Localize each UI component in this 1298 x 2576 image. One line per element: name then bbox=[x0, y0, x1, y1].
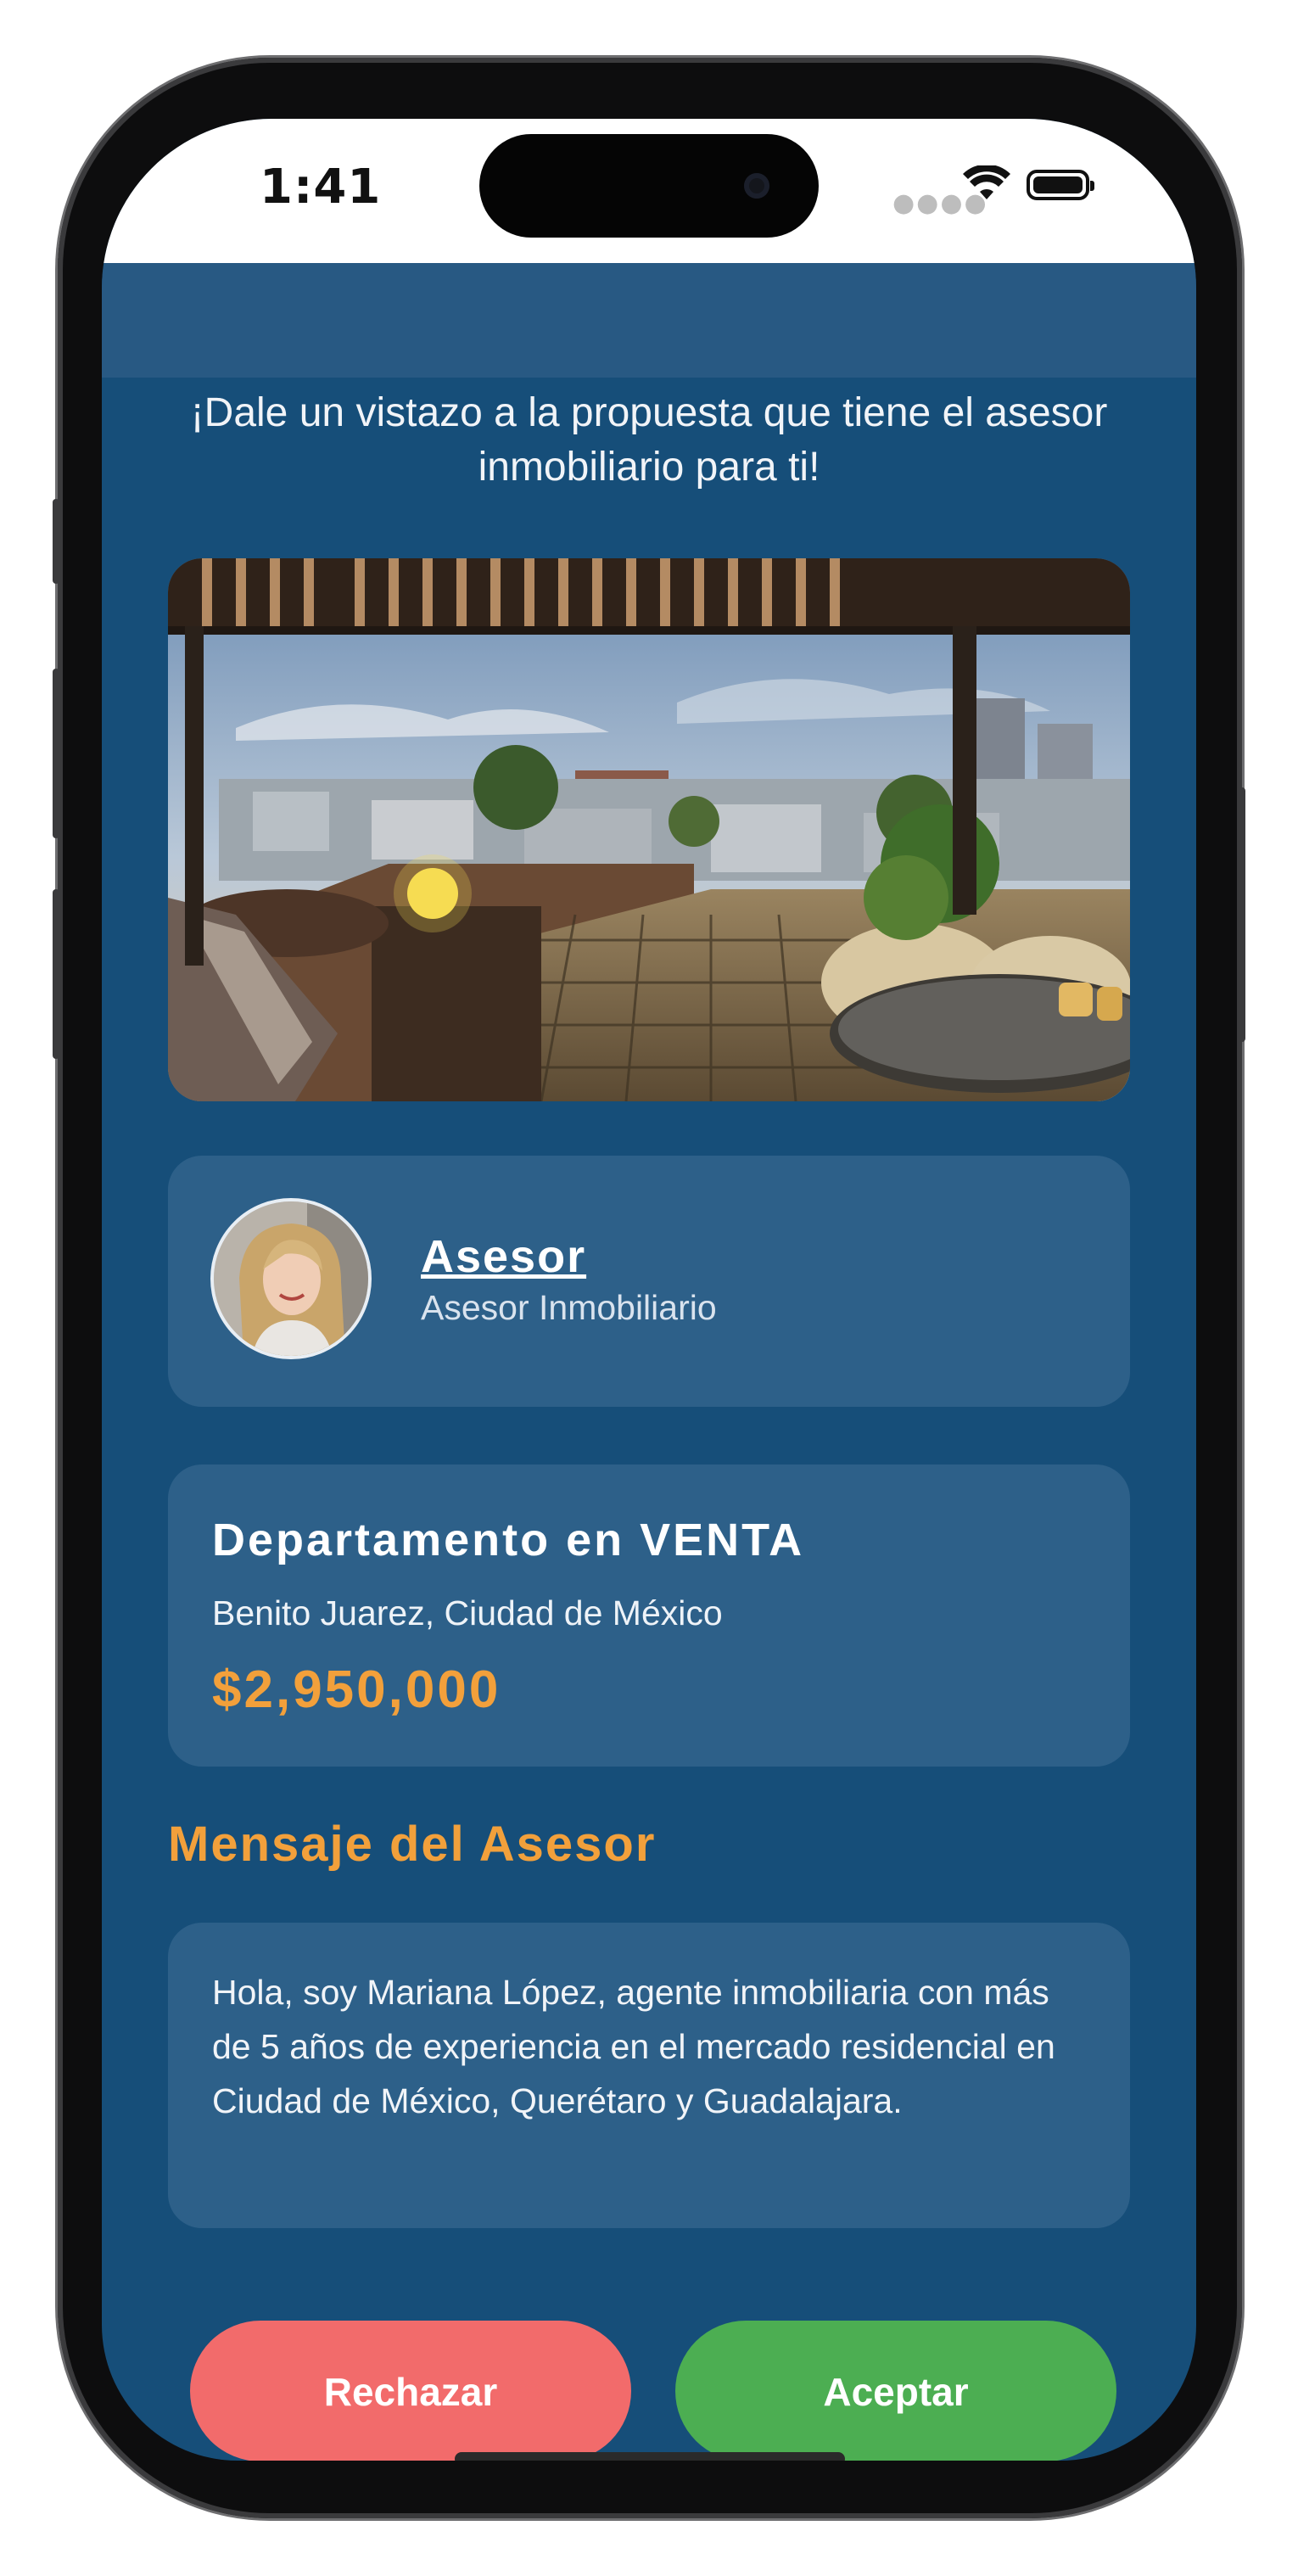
dynamic-island bbox=[479, 134, 819, 238]
advisor-name-link[interactable]: Asesor bbox=[421, 1230, 586, 1283]
status-time: 1:41 bbox=[260, 160, 382, 215]
accept-button[interactable]: Aceptar bbox=[675, 2321, 1116, 2461]
front-camera-icon bbox=[744, 173, 769, 199]
property-title: Departamento en VENTA bbox=[212, 1515, 805, 1565]
reject-button[interactable]: Rechazar bbox=[190, 2321, 631, 2461]
app-screen: 1:41 ●●●● ¡Dale un vistazo a la propuest… bbox=[102, 119, 1196, 2461]
action-button bbox=[53, 499, 59, 584]
message-body: Hola, soy Mariana López, agente inmobili… bbox=[212, 1973, 1055, 2120]
property-photo bbox=[168, 558, 1130, 1101]
property-card: Departamento en VENTA Benito Juarez, Ciu… bbox=[168, 1464, 1130, 1767]
wifi-icon bbox=[963, 165, 1010, 199]
advisor-avatar bbox=[210, 1198, 372, 1359]
power-button bbox=[1239, 787, 1245, 1042]
volume-down-button bbox=[53, 889, 59, 1059]
property-location: Benito Juarez, Ciudad de México bbox=[212, 1593, 723, 1632]
message-card: Hola, soy Mariana López, agente inmobili… bbox=[168, 1923, 1130, 2228]
top-bar bbox=[102, 263, 1196, 378]
status-bar: 1:41 ●●●● bbox=[102, 119, 1196, 263]
advisor-card[interactable]: Asesor Asesor Inmobiliario bbox=[168, 1156, 1130, 1407]
battery-icon bbox=[1027, 170, 1094, 200]
message-heading: Mensaje del Asesor bbox=[168, 1817, 657, 1872]
intro-text: ¡Dale un vistazo a la propuesta que tien… bbox=[190, 390, 1108, 490]
advisor-role: Asesor Inmobiliario bbox=[421, 1288, 717, 1327]
home-indicator[interactable] bbox=[455, 2452, 845, 2461]
volume-up-button bbox=[53, 669, 59, 838]
property-price: $2,950,000 bbox=[212, 1660, 501, 1719]
